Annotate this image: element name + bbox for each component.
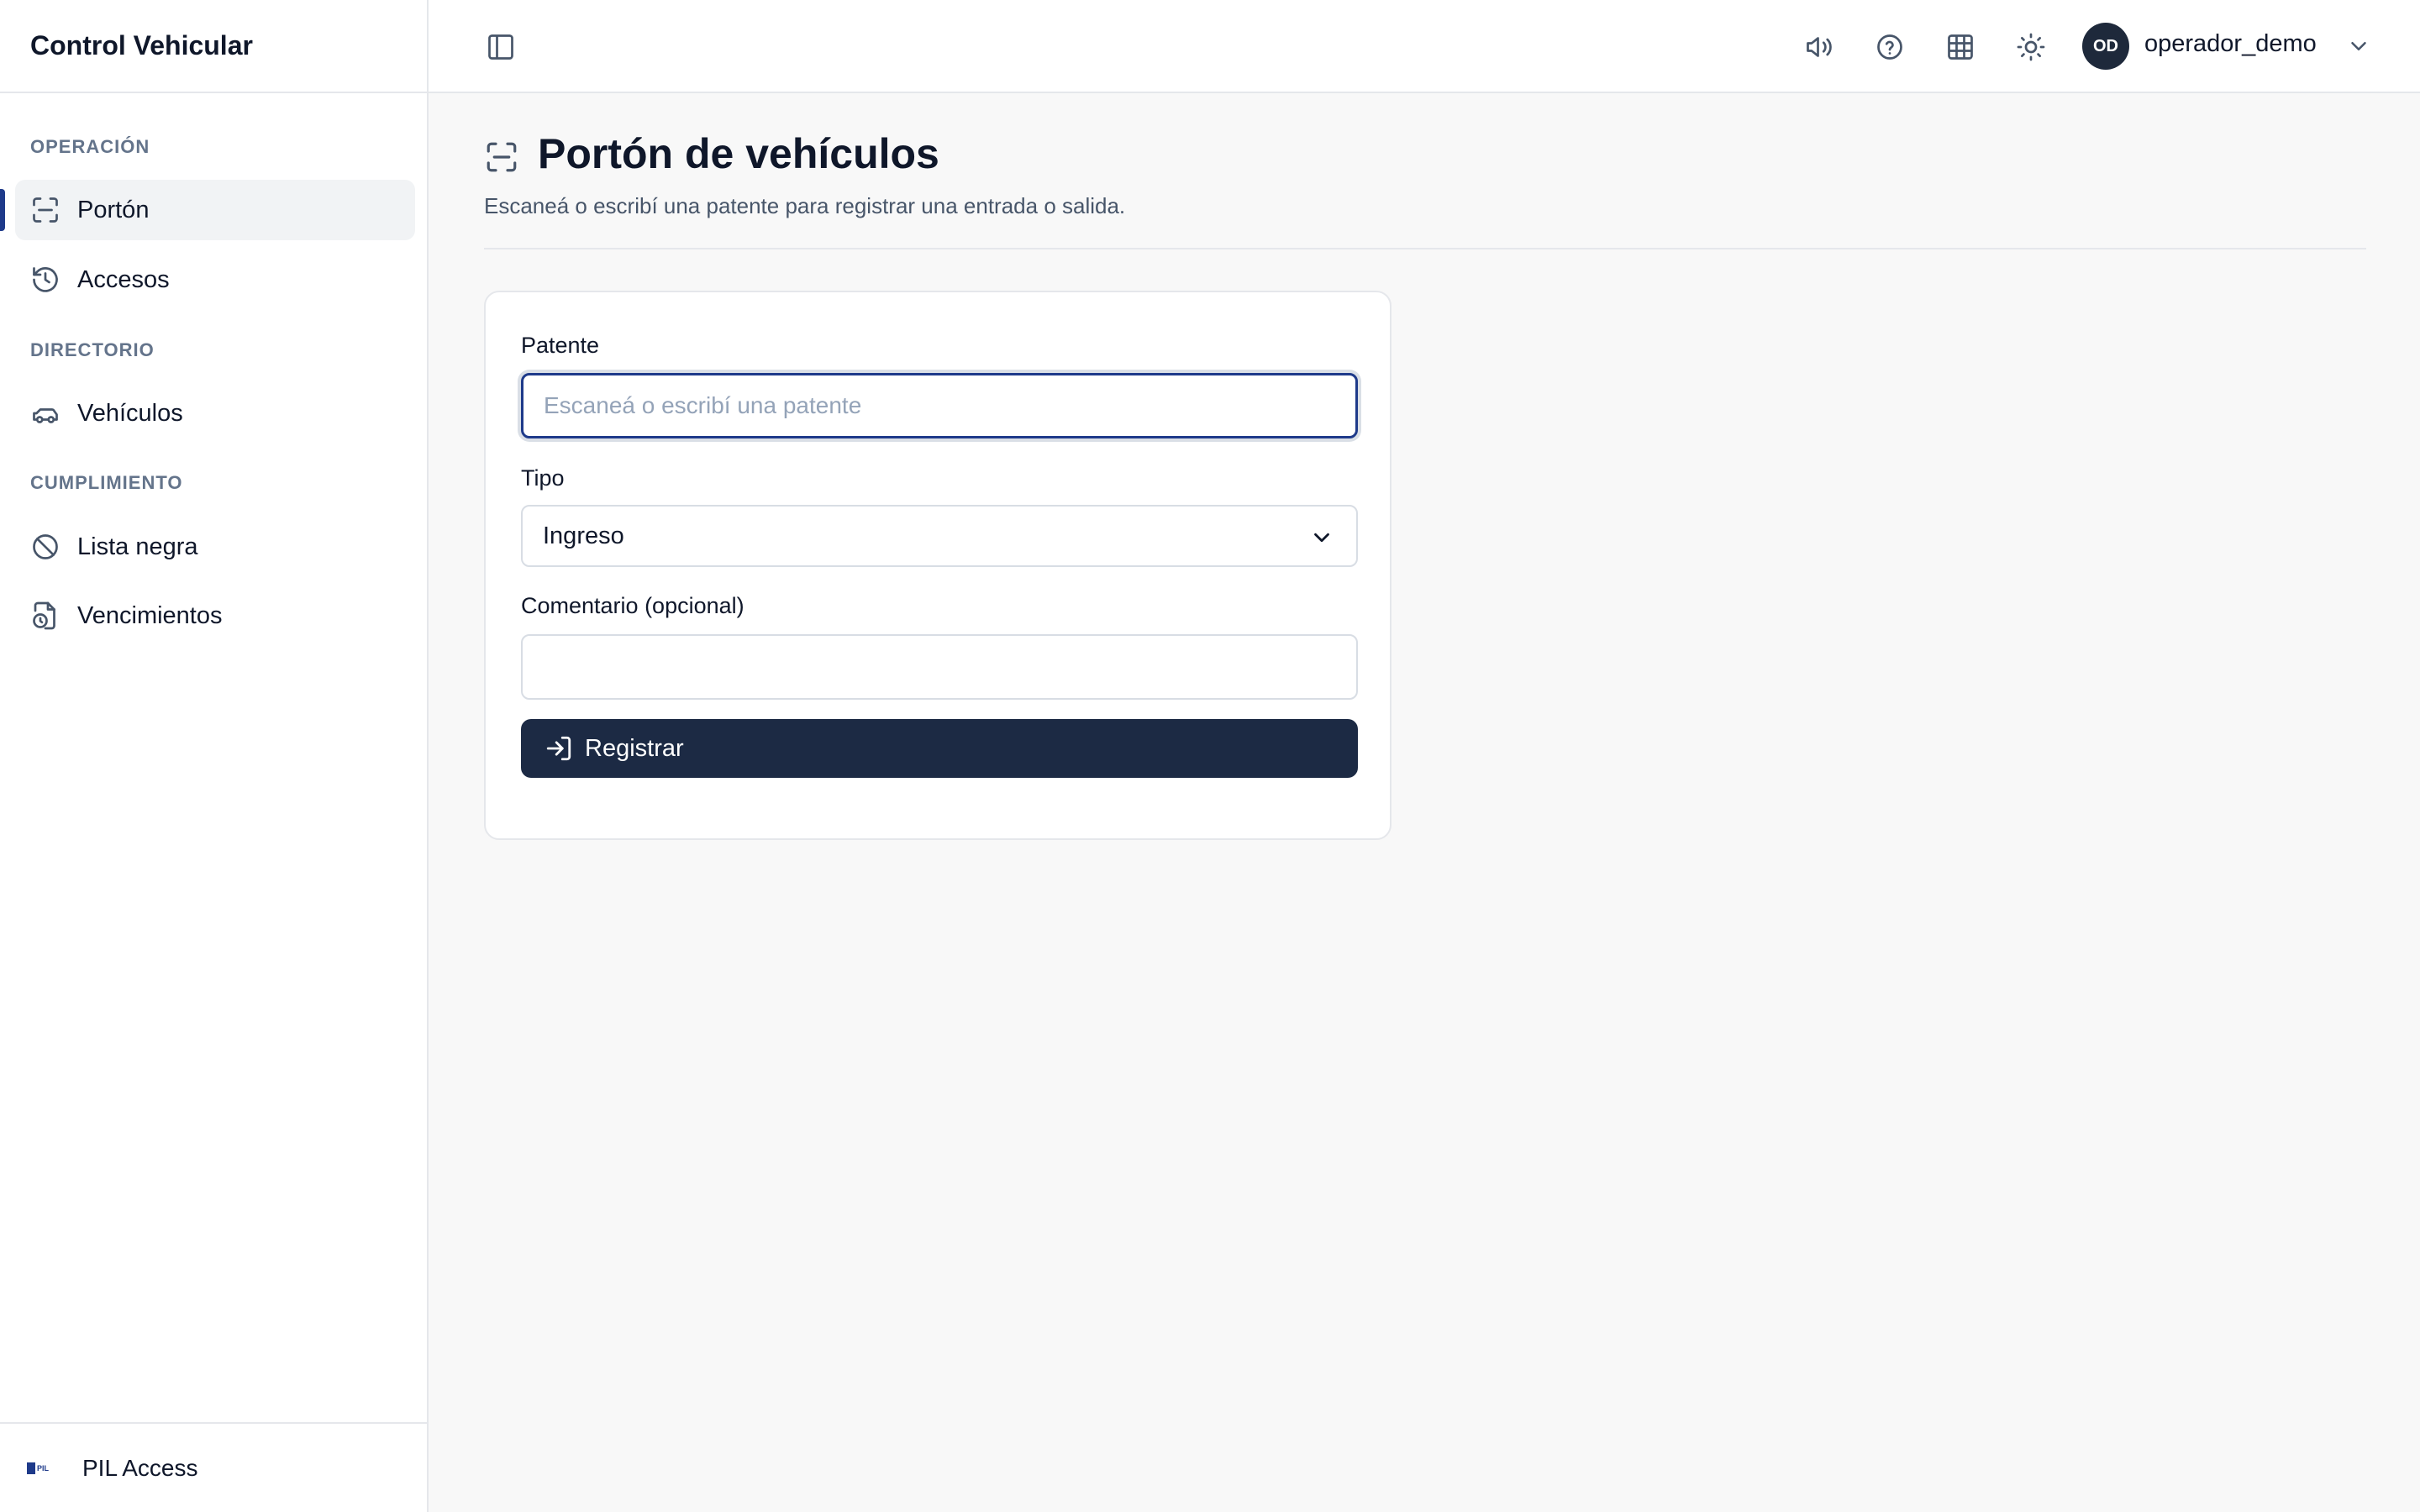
section-label-operacion: OPERACIÓN: [30, 136, 150, 157]
divider: [484, 248, 2366, 249]
sidebar-item-vencimientos[interactable]: Vencimientos: [15, 585, 415, 646]
grid-button[interactable]: [1940, 27, 1981, 67]
tipo-select[interactable]: Ingreso: [521, 505, 1358, 567]
help-button[interactable]: [1870, 27, 1910, 67]
username[interactable]: operador_demo: [2144, 30, 2317, 58]
sidebar-item-accesos[interactable]: Accesos: [15, 249, 415, 310]
scan-icon: [33, 197, 58, 223]
ban-icon: [33, 534, 58, 559]
patente-input[interactable]: [521, 373, 1358, 438]
page-title: Portón de vehículos: [538, 130, 939, 177]
registrar-button[interactable]: Registrar: [521, 719, 1358, 778]
volume-icon: [1807, 37, 1832, 57]
car-icon: [33, 408, 58, 423]
scan-icon: [487, 142, 517, 172]
file-clock-icon: [33, 601, 55, 630]
sidebar-item-label: Portón: [77, 196, 150, 223]
help-icon: [1877, 34, 1902, 60]
pil-logo: PIL: [27, 1460, 57, 1477]
sidebar-item-label: Accesos: [77, 265, 170, 293]
panel-left-icon: [488, 34, 513, 60]
app-title: Control Vehicular: [0, 0, 427, 93]
registration-form-card: Patente Tipo Ingreso Comentario (opciona…: [484, 291, 1392, 840]
footer-label: PIL Access: [82, 1454, 198, 1481]
grid-icon: [1948, 34, 1973, 60]
page-subtitle: Escaneá o escribí una patente para regis…: [484, 193, 1126, 218]
registrar-button-label: Registrar: [585, 734, 684, 762]
avatar[interactable]: OD: [2082, 23, 2129, 70]
section-label-cumplimiento: CUMPLIMIENTO: [30, 472, 183, 493]
active-indicator: [0, 189, 5, 231]
chevron-down-icon: [1314, 533, 1329, 543]
sidebar-item-lista-negra[interactable]: Lista negra: [15, 517, 415, 577]
logo-mark: [27, 1462, 35, 1474]
tipo-label: Tipo: [521, 465, 565, 491]
sidebar-item-porton[interactable]: Portón: [15, 180, 415, 240]
sidebar: Control Vehicular OPERACIÓN Portón Acces…: [0, 0, 429, 1512]
sidebar-item-label: Vencimientos: [77, 601, 223, 629]
sidebar-item-vehiculos[interactable]: Vehículos: [15, 383, 415, 444]
topbar: OD operador_demo: [429, 0, 2420, 93]
toggle-sidebar-button[interactable]: [481, 27, 521, 67]
sidebar-footer[interactable]: PIL PIL Access: [0, 1422, 429, 1512]
sidebar-item-label: Lista negra: [77, 533, 198, 560]
tipo-select-value: Ingreso: [543, 522, 624, 549]
sun-icon: [2017, 33, 2045, 61]
log-in-icon: [546, 736, 571, 761]
logo-text: PIL: [37, 1463, 50, 1473]
comentario-input[interactable]: [521, 634, 1358, 700]
sound-button[interactable]: [1799, 27, 1839, 67]
patente-label: Patente: [521, 333, 600, 358]
section-label-directorio: DIRECTORIO: [30, 339, 155, 360]
comentario-label: Comentario (opcional): [521, 593, 744, 618]
history-icon: [33, 267, 58, 292]
chevron-down-icon[interactable]: [2346, 34, 2371, 59]
theme-toggle-button[interactable]: [2011, 27, 2051, 67]
sidebar-item-label: Vehículos: [77, 399, 183, 427]
